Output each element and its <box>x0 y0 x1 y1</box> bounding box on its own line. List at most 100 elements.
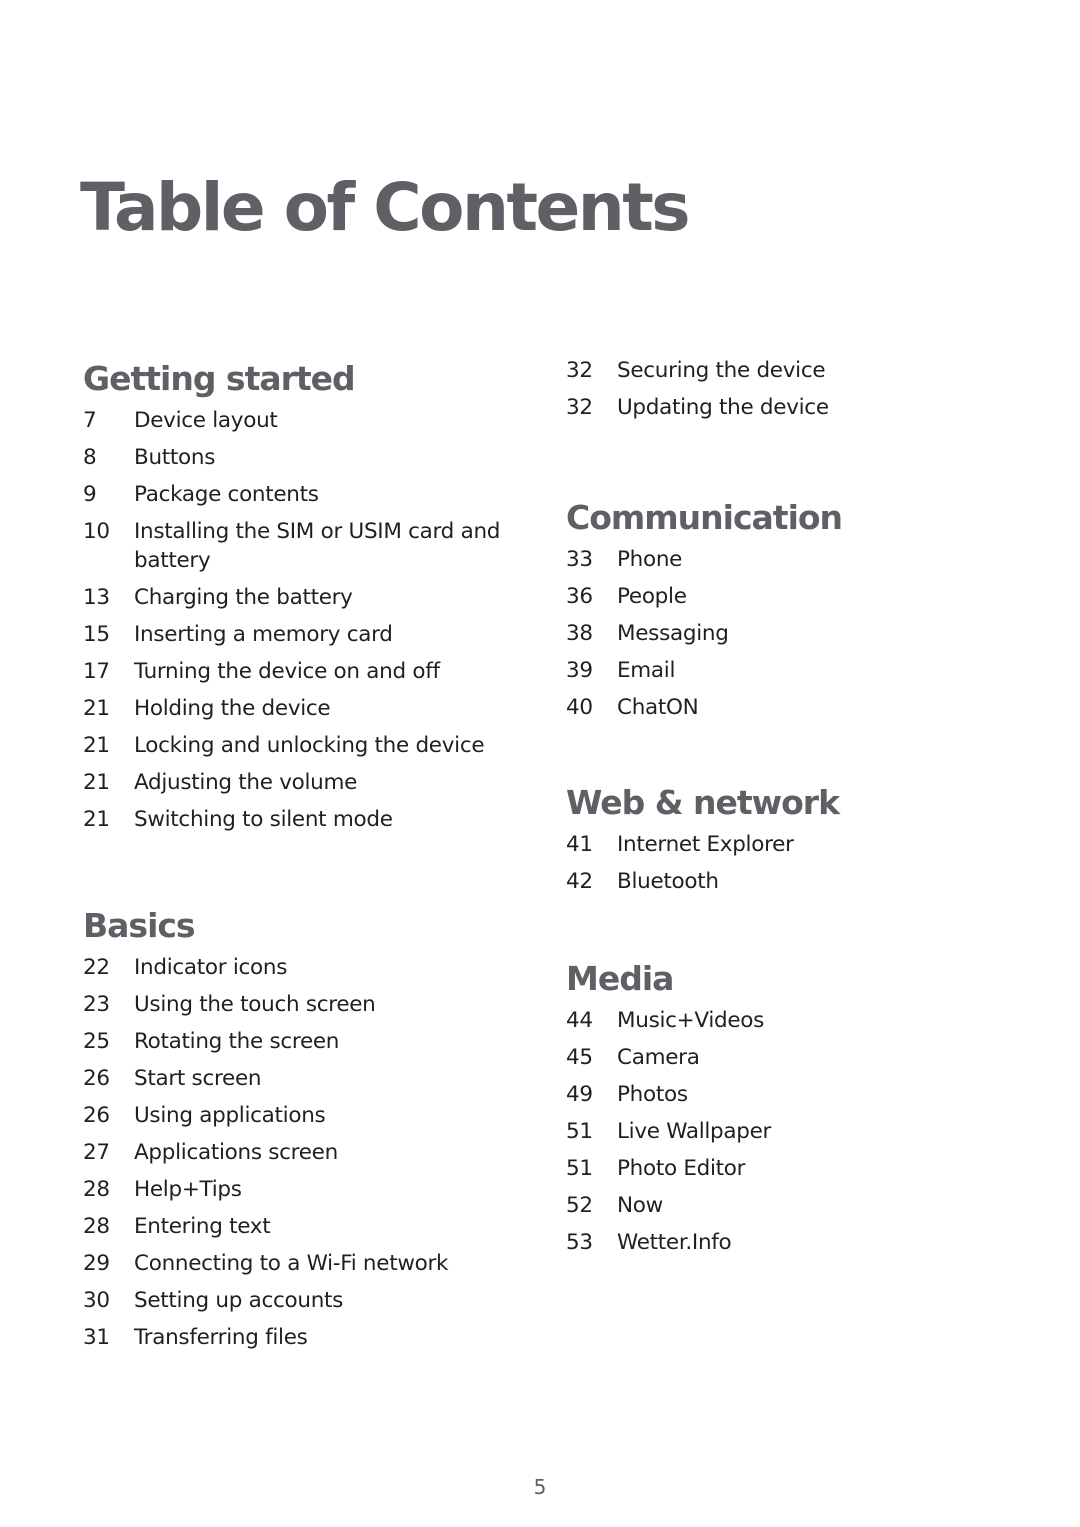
toc-page-number: 21 <box>83 696 110 721</box>
toc-entry[interactable]: 22 Indicator icons <box>83 953 523 982</box>
toc-entry-label[interactable]: Email <box>617 656 1006 685</box>
toc-entry-label[interactable]: Device layout <box>134 406 523 435</box>
toc-page-number: 21 <box>83 733 110 758</box>
toc-entry-label[interactable]: Package contents <box>134 480 523 509</box>
toc-entry-label[interactable]: Music+Videos <box>617 1006 1006 1035</box>
toc-entry-label[interactable]: Internet Explorer <box>617 830 1006 859</box>
toc-page-number: 26 <box>83 1103 110 1128</box>
toc-entry[interactable]: 51 Photo Editor <box>566 1154 1006 1183</box>
toc-entry[interactable]: 53 Wetter.Info <box>566 1228 1006 1257</box>
toc-entry-label[interactable]: Wetter.Info <box>617 1228 1006 1257</box>
toc-entry[interactable]: 21 Switching to silent mode <box>83 805 523 834</box>
toc-entry[interactable]: 31 Transferring files <box>83 1323 523 1352</box>
toc-page-number: 22 <box>83 955 110 980</box>
toc-entry[interactable]: 25 Rotating the screen <box>83 1027 523 1056</box>
section-heading: Basics <box>83 906 196 945</box>
toc-entry-label[interactable]: Charging the battery <box>134 583 523 612</box>
toc-entry-label[interactable]: Using applications <box>134 1101 523 1130</box>
toc-page-number: 29 <box>83 1251 110 1276</box>
toc-entry-label[interactable]: People <box>617 582 1006 611</box>
toc-entry-label[interactable]: Photo Editor <box>617 1154 1006 1183</box>
toc-entry[interactable]: 21 Locking and unlocking the device <box>83 731 523 760</box>
toc-entry-label[interactable]: Holding the device <box>134 694 523 723</box>
toc-entry-label[interactable]: Bluetooth <box>617 867 1006 896</box>
toc-entry[interactable]: 45 Camera <box>566 1043 1006 1072</box>
toc-entry-label[interactable]: Photos <box>617 1080 1006 1109</box>
toc-entry[interactable]: 26 Start screen <box>83 1064 523 1093</box>
toc-entry[interactable]: 44 Music+Videos <box>566 1006 1006 1035</box>
toc-entry[interactable]: 21 Holding the device <box>83 694 523 723</box>
toc-section-basics: Basics 22 Indicator icons 23 Using the touch… <box>83 903 523 1352</box>
toc-entry[interactable]: 51 Live Wallpaper <box>566 1117 1006 1146</box>
toc-entry[interactable]: 28 Help+Tips <box>83 1175 523 1204</box>
toc-entry-label[interactable]: Transferring files <box>134 1323 523 1352</box>
toc-section-web-network: Web & network 41 Internet Explorer 42 Blueto… <box>566 780 1006 896</box>
toc-page-number: 10 <box>83 519 110 544</box>
toc-entry-label[interactable]: Connecting to a Wi-Fi network <box>134 1249 523 1278</box>
toc-entry-label[interactable]: Buttons <box>134 443 523 472</box>
toc-entry[interactable]: 33 Phone <box>566 545 1006 574</box>
toc-entry-label[interactable]: Entering text <box>134 1212 523 1241</box>
toc-entry-label[interactable]: Updating the device <box>617 393 1006 422</box>
toc-entry[interactable]: 30 Setting up accounts <box>83 1286 523 1315</box>
toc-entry[interactable]: 7 Device layout <box>83 406 523 435</box>
toc-entry[interactable]: 10 Installing the SIM or USIM card and ba… <box>83 517 523 575</box>
toc-entry-label[interactable]: Start screen <box>134 1064 523 1093</box>
toc-entry-label[interactable]: Turning the device on and off <box>134 657 523 686</box>
toc-entry[interactable]: 29 Connecting to a Wi-Fi network <box>83 1249 523 1278</box>
toc-entry[interactable]: 41 Internet Explorer <box>566 830 1006 859</box>
toc-entry-label[interactable]: Switching to silent mode <box>134 805 523 834</box>
toc-entry[interactable]: 9 Package contents <box>83 480 523 509</box>
toc-page-number: 13 <box>83 585 110 610</box>
toc-entry-label[interactable]: Phone <box>617 545 1006 574</box>
toc-entry[interactable]: 40 ChatON <box>566 693 1006 722</box>
toc-entry-label[interactable]: Inserting a memory card <box>134 620 523 649</box>
toc-page-number: 42 <box>566 869 593 894</box>
toc-entry[interactable]: 23 Using the touch screen <box>83 990 523 1019</box>
toc-entry-label[interactable]: Rotating the screen <box>134 1027 523 1056</box>
toc-page-number: 49 <box>566 1082 593 1107</box>
toc-entry-label[interactable]: Messaging <box>617 619 1006 648</box>
toc-entry[interactable]: 52 Now <box>566 1191 1006 1220</box>
toc-page-number: 33 <box>566 547 593 572</box>
toc-entry-label[interactable]: Securing the device <box>617 356 1006 385</box>
toc-entry[interactable]: 28 Entering text <box>83 1212 523 1241</box>
toc-entry-label[interactable]: Help+Tips <box>134 1175 523 1204</box>
toc-page-number: 51 <box>566 1119 593 1144</box>
toc-entry[interactable]: 32 Updating the device <box>566 393 1006 422</box>
toc-entry-label[interactable]: Setting up accounts <box>134 1286 523 1315</box>
toc-page-number: 21 <box>83 807 110 832</box>
toc-entry[interactable]: 17 Turning the device on and off <box>83 657 523 686</box>
toc-entry-label[interactable]: Camera <box>617 1043 1006 1072</box>
toc-entry-label[interactable]: Applications screen <box>134 1138 523 1167</box>
toc-entry[interactable]: 21 Adjusting the volume <box>83 768 523 797</box>
toc-entry[interactable]: 39 Email <box>566 656 1006 685</box>
toc-entry[interactable]: 32 Securing the device <box>566 356 1006 385</box>
toc-entry-label[interactable]: Adjusting the volume <box>134 768 523 797</box>
toc-page-number: 26 <box>83 1066 110 1091</box>
toc-entry[interactable]: 42 Bluetooth <box>566 867 1006 896</box>
toc-entry[interactable]: 13 Charging the battery <box>83 583 523 612</box>
toc-entry-label[interactable]: Installing the SIM or USIM card and batt… <box>134 517 523 575</box>
toc-entry-label[interactable]: Live Wallpaper <box>617 1117 1006 1146</box>
toc-page-number: 30 <box>83 1288 110 1313</box>
toc-entry[interactable]: 38 Messaging <box>566 619 1006 648</box>
toc-entry-label[interactable]: Using the touch screen <box>134 990 523 1019</box>
toc-entry-label[interactable]: Now <box>617 1191 1006 1220</box>
toc-page-number: 28 <box>83 1214 110 1239</box>
section-heading: Getting started <box>83 359 356 398</box>
toc-entry[interactable]: 27 Applications screen <box>83 1138 523 1167</box>
toc-entry-label[interactable]: Indicator icons <box>134 953 523 982</box>
section-heading: Media <box>566 959 674 998</box>
toc-entry[interactable]: 8 Buttons <box>83 443 523 472</box>
toc-page-number: 7 <box>83 408 97 433</box>
toc-entry[interactable]: 26 Using applications <box>83 1101 523 1130</box>
toc-entry[interactable]: 15 Inserting a memory card <box>83 620 523 649</box>
toc-entry-label[interactable]: Locking and unlocking the device <box>134 731 523 760</box>
toc-page-number: 25 <box>83 1029 110 1054</box>
toc-page-number: 27 <box>83 1140 110 1165</box>
toc-entry[interactable]: 36 People <box>566 582 1006 611</box>
toc-entry[interactable]: 49 Photos <box>566 1080 1006 1109</box>
toc-entry-label[interactable]: ChatON <box>617 693 1006 722</box>
